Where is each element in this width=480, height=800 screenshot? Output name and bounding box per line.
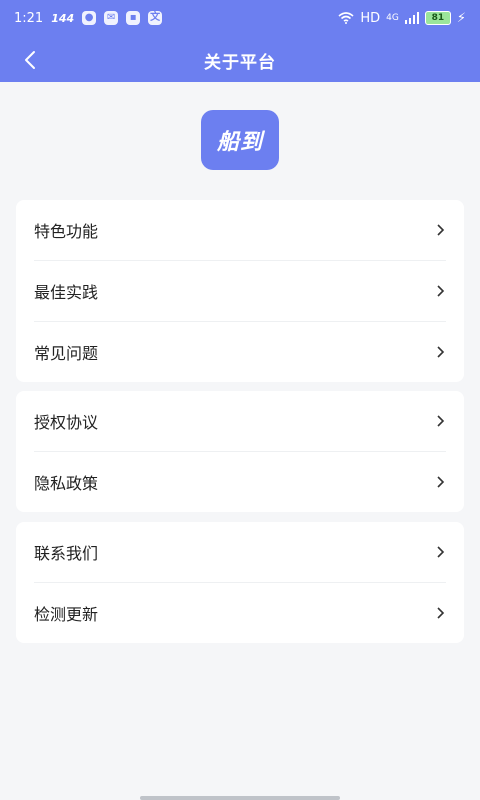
menu-card-legal: 授权协议 隐私政策 bbox=[16, 391, 464, 512]
chevron-right-icon bbox=[437, 476, 445, 488]
menu-item-label: 最佳实践 bbox=[34, 283, 99, 302]
menu-item-contact[interactable]: 联系我们 bbox=[34, 522, 446, 582]
menu-item-label: 授权协议 bbox=[34, 413, 99, 432]
chevron-right-icon bbox=[437, 285, 445, 297]
charging-icon: ⚡ bbox=[456, 10, 466, 26]
chevron-right-icon bbox=[437, 415, 445, 427]
menu-item-check-update[interactable]: 检测更新 bbox=[34, 583, 446, 643]
page-title: 关于平台 bbox=[204, 52, 276, 73]
nav-bar: 关于平台 bbox=[0, 40, 480, 80]
logo-text: 船到 bbox=[216, 130, 263, 155]
menu-item-features[interactable]: 特色功能 bbox=[34, 200, 446, 260]
chevron-right-icon bbox=[437, 607, 445, 619]
chevron-right-icon bbox=[437, 546, 445, 558]
status-bar: 1:21 144 ● ✉ ▪ 文 HD 4G 81 ⚡ bbox=[0, 0, 480, 36]
app-logo: 船到 bbox=[201, 110, 279, 170]
menu-item-label: 常见问题 bbox=[34, 344, 99, 363]
refresh-rate: 144 bbox=[51, 11, 75, 25]
menu-item-license[interactable]: 授权协议 bbox=[34, 391, 446, 451]
menu-item-label: 隐私政策 bbox=[34, 474, 99, 493]
signal-icon bbox=[404, 12, 419, 24]
signal-type: 4G bbox=[386, 13, 399, 23]
header-bar: 1:21 144 ● ✉ ▪ 文 HD 4G 81 ⚡ 关于平台 bbox=[0, 0, 480, 82]
chat-icon: ▪ bbox=[126, 11, 141, 25]
status-right: HD 4G 81 ⚡ bbox=[338, 11, 466, 26]
app-notification-icon: ● bbox=[82, 11, 97, 25]
message-icon: ✉ bbox=[104, 11, 119, 25]
chevron-right-icon bbox=[437, 346, 445, 358]
home-indicator[interactable] bbox=[140, 796, 340, 800]
battery-level: 81 bbox=[431, 13, 445, 23]
menu-item-label: 特色功能 bbox=[34, 222, 99, 241]
menu-item-label: 检测更新 bbox=[34, 605, 99, 624]
status-time: 1:21 bbox=[14, 10, 44, 26]
chevron-right-icon bbox=[437, 224, 445, 236]
back-arrow-icon bbox=[25, 51, 35, 69]
menu-item-label: 联系我们 bbox=[34, 544, 99, 563]
network-label: HD bbox=[360, 10, 381, 26]
menu-card-support: 联系我们 检测更新 bbox=[16, 522, 464, 643]
menu-item-privacy[interactable]: 隐私政策 bbox=[34, 452, 446, 512]
back-button[interactable] bbox=[10, 40, 50, 80]
menu-item-faq[interactable]: 常见问题 bbox=[34, 322, 446, 382]
translate-icon: 文 bbox=[148, 11, 163, 25]
wifi-icon bbox=[338, 12, 354, 24]
status-left: 1:21 144 ● ✉ ▪ 文 bbox=[14, 10, 163, 26]
battery-icon: 81 bbox=[424, 11, 451, 25]
menu-card-features: 特色功能 最佳实践 常见问题 bbox=[16, 200, 464, 382]
menu-item-best-practices[interactable]: 最佳实践 bbox=[34, 261, 446, 321]
